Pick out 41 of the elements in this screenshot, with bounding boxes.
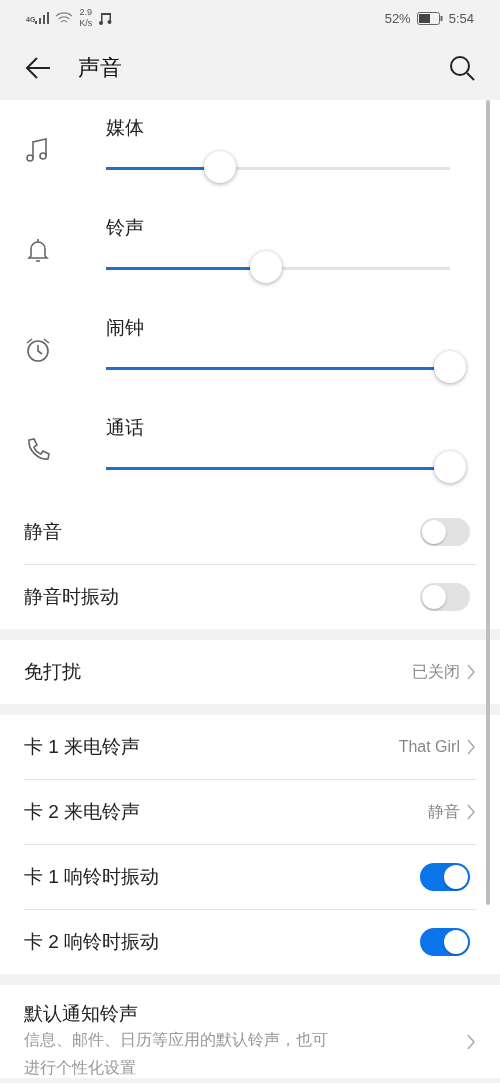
chevron-icon (466, 803, 476, 821)
signal-icon (35, 12, 50, 24)
slider-thumb[interactable] (249, 250, 282, 283)
bell-icon (24, 236, 52, 264)
setting-value: 已关闭 (412, 661, 460, 682)
chevron-icon (466, 738, 476, 756)
setting-label: 静音时振动 (24, 585, 120, 609)
setting-label: 卡 1 来电铃声 (24, 735, 142, 759)
setting-value: 静音 (428, 801, 460, 822)
setting-label: 静音 (24, 520, 63, 544)
battery-icon (416, 11, 443, 25)
volume-label: 通话 (106, 416, 145, 440)
setting-label: 卡 2 响铃时振动 (24, 930, 161, 954)
toggle-switch[interactable] (420, 583, 470, 611)
setting-label: 卡 2 来电铃声 (24, 800, 142, 824)
setting-label: 卡 1 响铃时振动 (24, 865, 161, 889)
wifi-icon (55, 11, 74, 25)
volume-label: 闹钟 (106, 316, 145, 340)
music-note-icon (98, 11, 113, 25)
speed-value: 2.9 (79, 7, 93, 18)
slider-thumb[interactable] (203, 150, 236, 183)
battery-percent: 52% (384, 10, 411, 26)
toggle-switch[interactable] (420, 518, 470, 546)
volume-label: 铃声 (106, 216, 145, 240)
alarm-clock-icon (24, 336, 52, 364)
setting-label: 默认通知铃声 (24, 1001, 139, 1026)
toggle-switch[interactable] (420, 863, 470, 891)
chevron-icon (466, 1032, 476, 1051)
slider-thumb[interactable] (434, 450, 466, 483)
slider-thumb[interactable] (434, 350, 466, 383)
setting-label: 免打扰 (24, 660, 82, 684)
chevron-icon (466, 663, 476, 681)
page-title: 声音 (78, 54, 123, 82)
setting-description: 进行个性化设置 (24, 1057, 137, 1078)
setting-description: 信息、邮件、日历等应用的默认铃声，也可 (24, 1029, 329, 1050)
toggle-switch[interactable] (420, 928, 470, 956)
setting-value: That Girl (398, 738, 460, 756)
search-button[interactable] (448, 54, 476, 82)
clock-time: 5:54 (448, 10, 474, 26)
volume-label: 媒体 (106, 116, 145, 140)
speed-unit: K/s (79, 18, 93, 29)
